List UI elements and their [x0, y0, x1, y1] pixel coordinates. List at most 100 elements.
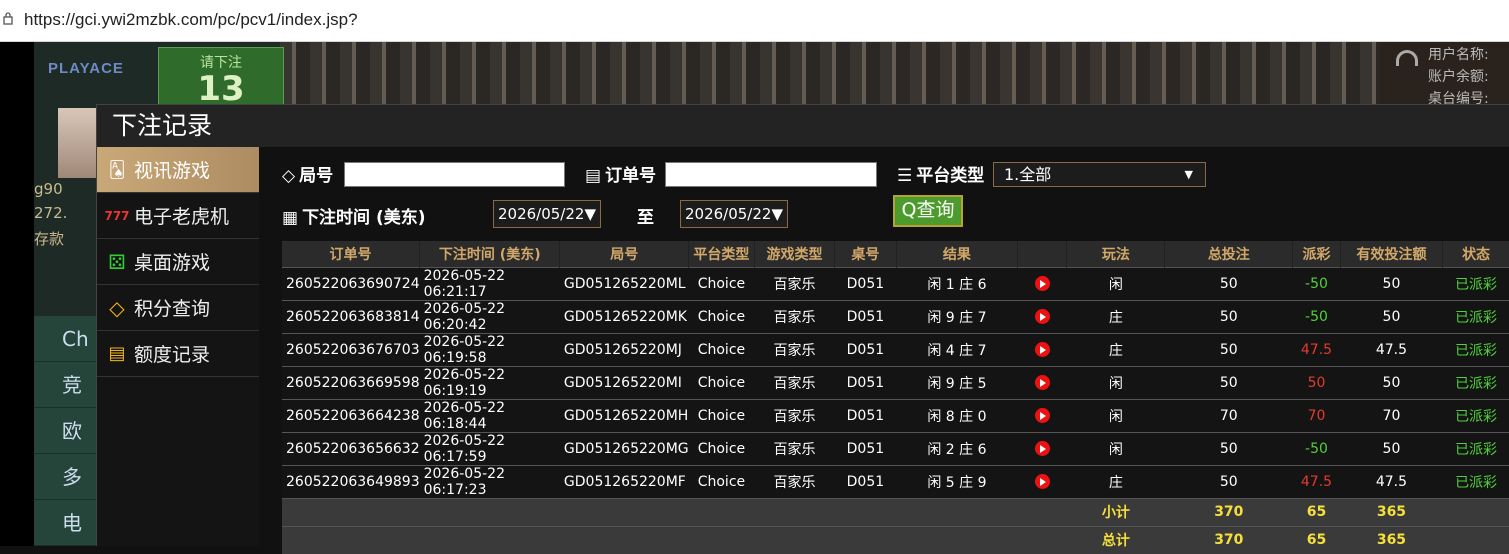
play-type-cell: 庄 [1066, 464, 1165, 498]
col-header: 有效投注额 [1340, 241, 1444, 267]
status-cell: 已派彩 [1442, 398, 1509, 432]
empty-cell [688, 497, 755, 526]
table-row: 260522063656632 2026-05-22 06:17:59 GD0512… [282, 431, 1509, 465]
empty-cell [282, 497, 420, 526]
payout-cell: 47.5 [1292, 464, 1341, 498]
dice-icon: ⚄ [108, 249, 126, 274]
play-video-icon[interactable] [1034, 375, 1050, 390]
game-type-cell: 百家乐 [754, 266, 835, 300]
lock-icon[interactable] [3, 11, 13, 25]
total-row: 总计 370 65 365 [282, 525, 1509, 554]
valid-bet-cell: 50 [1340, 365, 1443, 399]
play-video-icon[interactable] [1034, 441, 1050, 456]
total-bet-cell: 50 [1164, 431, 1293, 465]
play-type-cell: 庄 [1066, 332, 1165, 366]
round-filter-label: ◇ 局号 [282, 166, 334, 186]
play-video-icon[interactable] [1034, 309, 1050, 324]
modal-title: 下注记录 [97, 105, 1509, 147]
platform-cell: Choice [688, 299, 755, 333]
sidebar-item-slots[interactable]: 777 电子老虎机 [97, 193, 259, 239]
bet-count: 13 [197, 69, 245, 109]
date-from-picker[interactable]: 2026/05/22▼ [493, 200, 601, 228]
sidebar-item-table-games[interactable]: ⚄ 桌面游戏 [97, 239, 259, 285]
replay-cell [1017, 431, 1067, 465]
bet-time-cell: 2026-05-22 06:17:59 [419, 431, 560, 465]
clipboard-icon: ▤ [585, 166, 602, 186]
result-cell: 闲 2 庄 6 [896, 431, 1018, 465]
table-row: 260522063649893 2026-05-22 06:17:23 GD0512… [282, 464, 1509, 498]
time-filter-label: ▦ 下注时间 (美东) [282, 208, 426, 228]
dropdown-arrow-icon: ▼ [584, 205, 596, 223]
query-button-label: 查询 [916, 199, 955, 221]
table-header-row: 订单号 下注时间 (美东) 局号 平台类型 游戏类型 桌号 结果 玩法 总投注 … [282, 241, 1509, 267]
round-input[interactable] [344, 162, 565, 187]
empty-cell [1442, 497, 1509, 526]
total-valid: 365 [1340, 525, 1443, 554]
sidebar-item-points[interactable]: ◇ 积分查询 [97, 285, 259, 331]
play-video-icon[interactable] [1034, 342, 1050, 357]
platform-cell: Choice [688, 398, 755, 432]
game-type-cell: 百家乐 [754, 464, 835, 498]
deposit-fragment[interactable]: 存款 [34, 228, 96, 252]
table-number-cell: D051 [834, 431, 897, 465]
play-video-icon[interactable] [1034, 408, 1050, 423]
subtotal-bet: 370 [1164, 497, 1293, 526]
round-number-cell: GD051265220MG [559, 431, 689, 465]
order-number-cell: 260522063649893 [282, 464, 420, 498]
play-video-icon[interactable] [1034, 474, 1050, 489]
game-type-cell: 百家乐 [754, 365, 835, 399]
empty-cell [1442, 525, 1509, 554]
replay-cell [1017, 464, 1067, 498]
bet-record-modal: 下注记录 🂡 视讯游戏 777 电子老虎机 ⚄ 桌面游戏 ◇ 积分查询 ▤ 额度… [96, 104, 1509, 554]
sidebar-item-label: 积分查询 [134, 298, 211, 320]
table-number-cell: D051 [834, 299, 897, 333]
record-sidebar: 🂡 视讯游戏 777 电子老虎机 ⚄ 桌面游戏 ◇ 积分查询 ▤ 额度记录 [97, 147, 269, 547]
query-button[interactable]: Q查询 [893, 195, 963, 227]
platform-select[interactable]: 1.全部 ▼ [993, 162, 1206, 187]
play-video-icon[interactable] [1034, 276, 1050, 291]
platform-select-value: 1.全部 [1004, 165, 1052, 184]
menu-item[interactable]: 竞 [34, 362, 96, 408]
total-bet-cell: 50 [1164, 464, 1293, 498]
url-text[interactable]: https://gci.ywi2mzbk.com/pc/pcv1/index.j… [24, 10, 358, 30]
sidebar-item-live-games[interactable]: 🂡 视讯游戏 [97, 147, 269, 193]
col-header: 订单号 [282, 241, 421, 267]
menu-item[interactable]: Ch [34, 316, 96, 362]
bet-time-cell: 2026-05-22 06:19:19 [419, 365, 560, 399]
date-to-separator: 至 [637, 208, 654, 228]
col-header: 局号 [559, 241, 690, 267]
bet-time-cell: 2026-05-22 06:17:23 [419, 464, 560, 498]
sidebar-item-credit[interactable]: ▤ 额度记录 [97, 331, 259, 377]
casino-backdrop [280, 42, 1380, 106]
playing-cards-icon: 🂡 [108, 160, 126, 179]
status-cell: 已派彩 [1442, 431, 1509, 465]
round-number-cell: GD051265220MH [559, 398, 689, 432]
bet-time-cell: 2026-05-22 06:20:42 [419, 299, 560, 333]
table-number-cell: D051 [834, 398, 897, 432]
valid-bet-cell: 50 [1340, 299, 1443, 333]
order-input[interactable] [665, 162, 877, 187]
result-cell: 闲 9 庄 5 [896, 365, 1018, 399]
platform-cell: Choice [688, 464, 755, 498]
subtotal-label: 小计 [1066, 497, 1165, 526]
total-bet-cell: 50 [1164, 299, 1293, 333]
replay-cell [1017, 332, 1067, 366]
menu-item[interactable]: 欧 [34, 408, 96, 454]
avatar [58, 108, 98, 178]
menu-item[interactable]: 电 [34, 500, 96, 546]
col-header: 结果 [896, 241, 1019, 267]
menu-item[interactable]: 多 [34, 454, 96, 500]
empty-cell [1017, 525, 1067, 554]
col-header: 派彩 [1292, 241, 1341, 267]
sidebar-item-label: 视讯游戏 [134, 160, 211, 182]
payout-cell: -50 [1292, 299, 1341, 333]
play-type-cell: 闲 [1066, 398, 1165, 432]
date-to-picker[interactable]: 2026/05/22▼ [680, 200, 788, 228]
status-cell: 已派彩 [1442, 299, 1509, 333]
col-header: 下注时间 (美东) [419, 241, 561, 267]
date-to-value: 2026/05/22 [684, 205, 772, 223]
table-row: 260522063676703 2026-05-22 06:19:58 GD0512… [282, 332, 1509, 366]
bet-record-table: 订单号 下注时间 (美东) 局号 平台类型 游戏类型 桌号 结果 玩法 总投注 … [282, 241, 1509, 554]
replay-cell [1017, 365, 1067, 399]
bet-time-cell: 2026-05-22 06:19:58 [419, 332, 560, 366]
